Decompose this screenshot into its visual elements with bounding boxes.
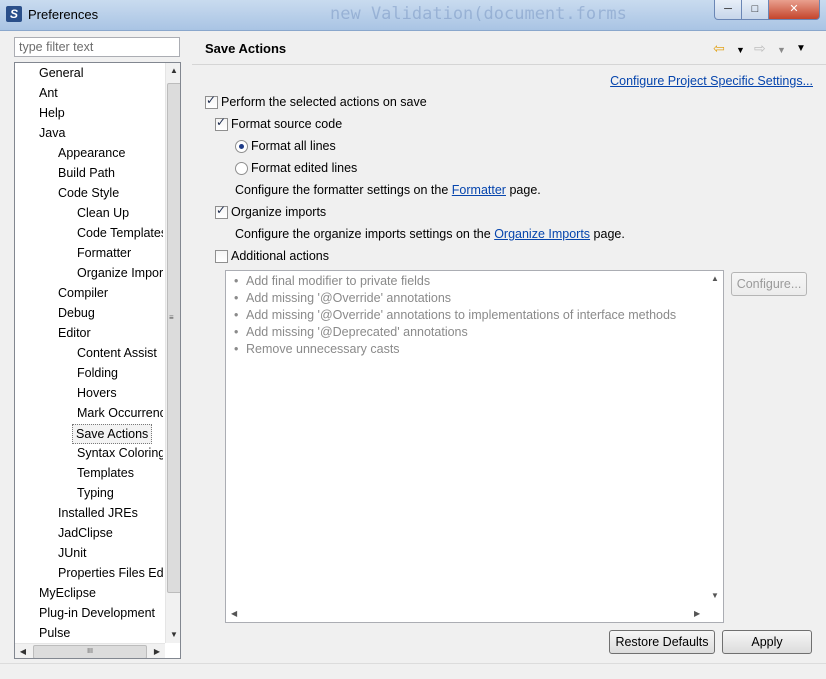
filter-input[interactable] <box>14 37 180 57</box>
eclipse-icon: S <box>6 6 22 22</box>
list-scroll-down-icon[interactable]: ▼ <box>711 591 719 600</box>
tree-item[interactable]: Editor <box>58 323 163 343</box>
tree-item[interactable]: Formatter <box>77 243 163 263</box>
format-all-lines-label: Format all lines <box>251 139 336 153</box>
scroll-up-icon[interactable]: ▲ <box>166 63 180 79</box>
tree-item[interactable]: Plug-in Development <box>39 603 163 623</box>
tree-item[interactable]: Java <box>39 123 163 143</box>
tree-item[interactable]: Syntax Coloring <box>77 443 163 463</box>
tree-item[interactable]: Folding <box>77 363 163 383</box>
organize-imports-checkbox[interactable] <box>215 203 228 219</box>
organize-text-before: Configure the organize imports settings … <box>235 227 495 241</box>
tree-item[interactable]: Installed JREs <box>58 503 163 523</box>
formatter-text-before: Configure the formatter settings on the <box>235 183 452 197</box>
format-edited-lines-radio[interactable] <box>235 162 248 175</box>
tree-item[interactable]: MyEclipse <box>39 583 163 603</box>
additional-actions-list[interactable]: • Add final modifier to private fields • A… <box>225 270 724 623</box>
tree-item[interactable]: Compiler <box>58 283 163 303</box>
list-scroll-up-icon[interactable]: ▲ <box>711 274 719 283</box>
tree-item[interactable]: Properties Files Editor <box>58 563 163 583</box>
organize-imports-settings-text: Configure the organize imports settings … <box>235 227 625 241</box>
additional-actions-label: Additional actions <box>231 249 329 263</box>
maximize-button[interactable]: □ <box>741 0 769 20</box>
list-vertical-scrollbar[interactable]: ▲ ▼ <box>707 271 723 606</box>
minimize-button[interactable]: ─ <box>714 0 742 20</box>
tree-hscroll-thumb[interactable]: III <box>33 645 147 658</box>
page-title: Save Actions <box>205 41 287 56</box>
tree-item[interactable]: Pulse <box>39 623 163 643</box>
format-all-lines-radio[interactable] <box>235 140 248 153</box>
tree-item[interactable]: Help <box>39 103 163 123</box>
organize-imports-link[interactable]: Organize Imports <box>494 227 590 241</box>
organize-imports-label: Organize imports <box>231 205 327 219</box>
list-item: • Add missing '@Override' annotations to … <box>234 308 677 322</box>
tree-horizontal-scrollbar[interactable]: ◀ III ▶ <box>15 643 165 658</box>
scroll-grip-icon: ≡ <box>169 313 174 322</box>
list-item: • Remove unnecessary casts <box>234 342 400 356</box>
tree-scroll-thumb[interactable] <box>167 83 180 593</box>
list-horizontal-scrollbar[interactable]: ◀ ▶ <box>226 606 707 622</box>
tree-item[interactable]: Organize Imports <box>77 263 163 283</box>
view-menu-icon[interactable]: ▼ <box>796 41 806 57</box>
forward-arrow-icon[interactable]: ⇨ <box>754 40 766 56</box>
scroll-right-icon[interactable]: ▶ <box>149 644 165 658</box>
forward-menu-icon[interactable]: ▼ <box>777 42 786 58</box>
tree-item[interactable]: General <box>39 63 163 83</box>
organize-text-after: page. <box>590 227 625 241</box>
back-arrow-icon[interactable]: ⇦ <box>713 40 725 56</box>
configure-project-settings-link[interactable]: Configure Project Specific Settings... <box>610 74 813 88</box>
tree-item[interactable]: Templates <box>77 463 163 483</box>
tree-item[interactable]: Debug <box>58 303 163 323</box>
tree-item[interactable]: Mark Occurrences <box>77 403 163 423</box>
tree-item[interactable]: Build Path <box>58 163 163 183</box>
close-button[interactable]: ✕ <box>768 0 820 20</box>
tree-item[interactable]: Hovers <box>77 383 163 403</box>
scroll-left-icon[interactable]: ◀ <box>15 644 31 658</box>
scroll-down-icon[interactable]: ▼ <box>166 627 180 643</box>
tree-item[interactable]: JUnit <box>58 543 163 563</box>
list-scroll-left-icon[interactable]: ◀ <box>231 609 237 618</box>
perform-on-save-label: Perform the selected actions on save <box>221 95 427 109</box>
configure-button[interactable]: Configure... <box>731 272 807 296</box>
tree-item[interactable]: Clean Up <box>77 203 163 223</box>
window-title: Preferences <box>28 7 99 22</box>
tree-item[interactable]: Typing <box>77 483 163 503</box>
additional-actions-checkbox[interactable] <box>215 250 228 263</box>
tree-item[interactable]: JadClipse <box>58 523 163 543</box>
restore-defaults-button[interactable]: Restore Defaults <box>609 630 715 654</box>
list-scroll-right-icon[interactable]: ▶ <box>694 609 700 618</box>
preferences-tree: General Ant Help Java Appearance Build Path Co… <box>14 62 181 659</box>
tree-vertical-scrollbar[interactable]: ▲ ≡ ▼ <box>165 63 180 643</box>
format-source-label: Format source code <box>231 117 343 131</box>
list-item: • Add missing '@Deprecated' annotations <box>234 325 468 339</box>
tree-item[interactable]: Ant <box>39 83 163 103</box>
dialog-footer-edge <box>0 663 826 679</box>
title-bar: S Preferences new Validation(document.fo… <box>0 0 826 31</box>
tree-item[interactable]: Appearance <box>58 143 163 163</box>
tree-item[interactable]: Code Templates <box>77 223 163 243</box>
format-source-checkbox[interactable] <box>215 115 228 131</box>
header-separator <box>192 64 826 65</box>
tree-item[interactable]: Save Actions <box>72 424 153 444</box>
background-code-text: new Validation(document.forms <box>330 4 627 24</box>
list-item: • Add missing '@Override' annotations <box>234 291 452 305</box>
tree-item[interactable]: Code Style <box>58 183 163 203</box>
list-item: • Add final modifier to private fields <box>234 274 431 288</box>
tree-item[interactable]: Content Assist <box>77 343 163 363</box>
formatter-text-after: page. <box>505 183 541 197</box>
formatter-link[interactable]: Formatter <box>452 183 506 197</box>
back-menu-icon[interactable]: ▼ <box>736 42 745 58</box>
perform-on-save-checkbox[interactable] <box>205 93 218 109</box>
formatter-settings-text: Configure the formatter settings on the … <box>235 183 541 197</box>
format-edited-lines-label: Format edited lines <box>251 161 358 175</box>
apply-button[interactable]: Apply <box>722 630 812 654</box>
